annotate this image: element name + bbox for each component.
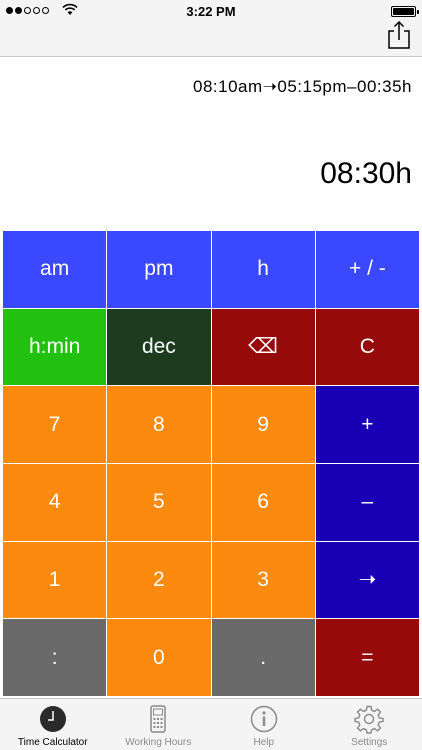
key-colon[interactable]: : [3,619,107,696]
tab-label: Time Calculator [17,737,88,748]
tab-label: Help [253,737,275,748]
tab-help[interactable]: Help [211,699,317,750]
tab-settings[interactable]: Settings [317,699,422,750]
battery-fill [393,8,414,15]
key-dot[interactable]: . [211,619,315,696]
key-am[interactable]: am [3,231,107,308]
tab-label: Settings [351,737,388,748]
key-9[interactable]: 9 [211,386,315,463]
key-equals[interactable]: = [315,619,419,696]
calculator-icon [150,705,166,733]
key-plus-minus[interactable]: + / - [315,231,419,308]
key-8[interactable]: 8 [107,386,211,463]
key-subtract[interactable]: – [315,463,419,541]
gear-icon [354,705,384,734]
key-2[interactable]: 2 [107,541,211,619]
key-4[interactable]: 4 [3,463,107,541]
calculator-display: 08:10am➝05:15pm–00:35h 08:30h [0,57,422,229]
clock-icon [39,706,66,732]
info-icon [250,705,277,733]
keypad: am pm h + / - h:min dec ⌫ C 7 8 9 +4 5 6– 1 2 3 ➝:0. = [3,231,419,696]
tab-label: Working Hours [125,737,192,748]
key-h[interactable]: h [211,231,315,308]
key-6[interactable]: 6 [211,463,315,541]
tab-working-hours[interactable]: Working Hours [106,699,212,750]
key-dec[interactable]: dec [107,308,211,386]
status-bar: 3:22 PM [0,0,422,22]
result-text: 08:30h [320,157,412,190]
key-5[interactable]: 5 [107,463,211,541]
key-0[interactable]: 0 [107,619,211,696]
key-h-min[interactable]: h:min [3,308,107,386]
expression-text: 08:10am➝05:15pm–00:35h [192,77,412,96]
top-bar: 3:22 PM [0,0,422,57]
key-add[interactable]: + [315,386,419,463]
key-1[interactable]: 1 [3,541,107,619]
status-time: 3:22 PM [186,4,236,19]
tab-time-calculator[interactable]: Time Calculator [0,699,106,750]
battery-icon [391,6,419,17]
tab-bar: Time Calculator Working Hours Help Setti… [0,698,422,750]
key-3[interactable]: 3 [211,541,315,619]
share-icon[interactable] [386,20,412,50]
key-arrow[interactable]: ➝ [315,541,419,619]
key-backspace[interactable]: ⌫ [211,308,315,386]
key-clear[interactable]: C [315,308,419,386]
key-pm[interactable]: pm [107,231,211,308]
key-7[interactable]: 7 [3,386,107,463]
